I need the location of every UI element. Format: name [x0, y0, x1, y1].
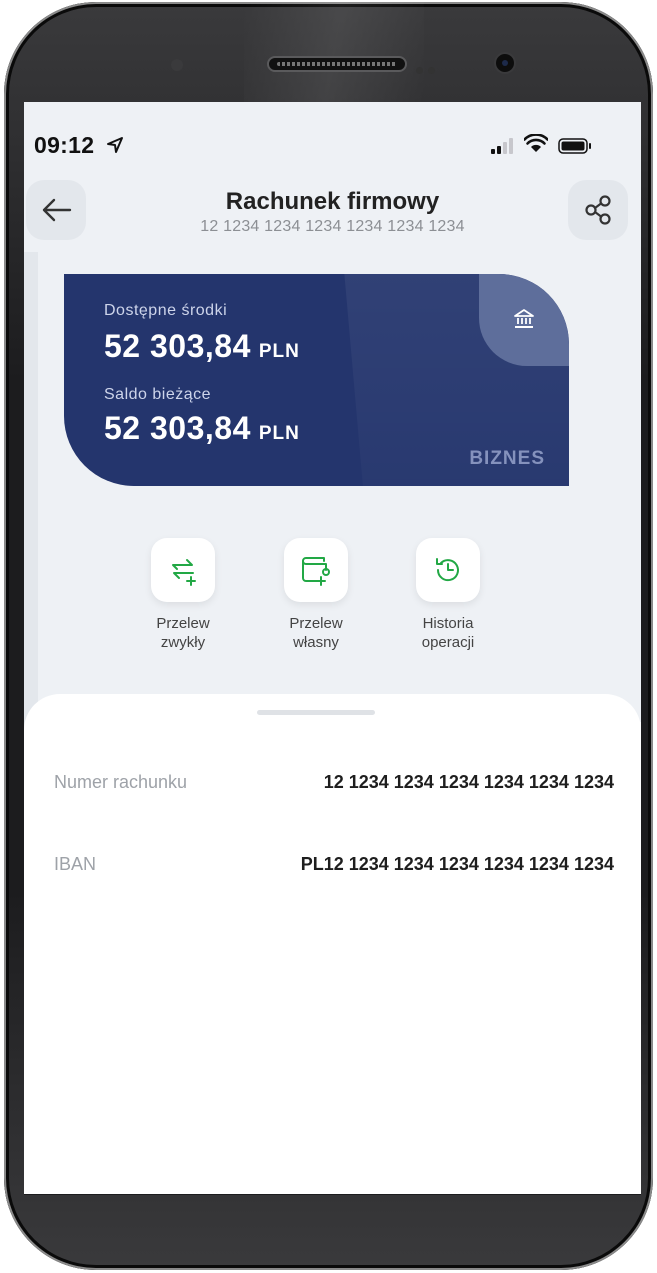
transfer-arrows-plus-icon [172, 559, 196, 586]
operation-history-icon-tile [416, 538, 480, 602]
phone-frame: 09:12 Rachunek firmowy 12 1234 1234 1234… [4, 2, 653, 1270]
phone-shine [244, 2, 424, 102]
available-funds-amount: 52 303,84 PLN [104, 328, 300, 365]
iban-value[interactable]: PL12 1234 1234 1234 1234 1234 1234 [301, 854, 614, 875]
share-icon [585, 195, 611, 225]
available-funds-currency: PLN [258, 341, 300, 362]
regular-transfer-button[interactable]: Przelew zwykły [128, 538, 238, 652]
operation-history-label: Historia operacji [393, 614, 503, 652]
own-transfer-label-line2: własny [293, 634, 339, 651]
back-button[interactable] [26, 180, 86, 240]
operation-history-label-line2: operacji [421, 634, 475, 651]
account-card[interactable]: Dostępne środki 52 303,84 PLN Saldo bieżą… [64, 274, 569, 486]
history-clock-icon [436, 558, 459, 582]
cellular-signal-icon [491, 138, 513, 154]
front-camera [494, 52, 516, 74]
bank-icon [514, 309, 534, 328]
current-balance-value: 52 303,84 [104, 410, 251, 446]
app-screen: 09:12 Rachunek firmowy 12 1234 1234 1234… [24, 102, 641, 1195]
sensor-dots [416, 61, 444, 74]
operation-history-label-line1: Historia [422, 615, 474, 632]
current-balance-currency: PLN [258, 423, 300, 444]
share-button[interactable] [568, 180, 628, 240]
own-transfer-button[interactable]: Przelew własny [261, 538, 371, 652]
location-arrow-icon [107, 137, 123, 153]
wifi-icon [524, 134, 548, 152]
back-arrow-icon [42, 198, 72, 222]
own-transfer-label: Przelew własny [261, 614, 371, 652]
available-funds-value: 52 303,84 [104, 328, 251, 364]
status-bar: 09:12 [24, 130, 641, 160]
proximity-sensor [171, 59, 183, 71]
account-number-value[interactable]: 12 1234 1234 1234 1234 1234 1234 [324, 772, 614, 793]
wallet-plus-icon [302, 557, 330, 586]
regular-transfer-label-line2: zwykły [160, 634, 206, 651]
earpiece-speaker [267, 56, 407, 72]
page-subtitle-account-number: 12 1234 1234 1234 1234 1234 1234 [200, 218, 465, 235]
regular-transfer-label-line1: Przelew [156, 615, 210, 632]
status-time: 09:12 [34, 132, 95, 158]
available-funds-label: Dostępne środki [104, 302, 228, 319]
iban-label: IBAN [54, 854, 97, 874]
details-sheet: Numer rachunku 12 1234 1234 1234 1234 12… [24, 694, 641, 1195]
regular-transfer-icon-tile [151, 538, 215, 602]
current-balance-label: Saldo bieżące [104, 386, 212, 403]
card-type-badge: BIZNES [469, 448, 545, 469]
own-transfer-icon-tile [284, 538, 348, 602]
account-number-label: Numer rachunku [54, 772, 188, 792]
operation-history-button[interactable]: Historia operacji [393, 538, 503, 652]
own-transfer-label-line1: Przelew [289, 615, 343, 632]
regular-transfer-label: Przelew zwykły [128, 614, 238, 652]
page-title: Rachunek firmowy [225, 188, 440, 215]
battery-icon [558, 138, 591, 154]
bottom-bezel-edge [24, 1194, 641, 1195]
current-balance-amount: 52 303,84 PLN [104, 410, 300, 447]
sheet-drag-handle[interactable] [257, 710, 375, 715]
